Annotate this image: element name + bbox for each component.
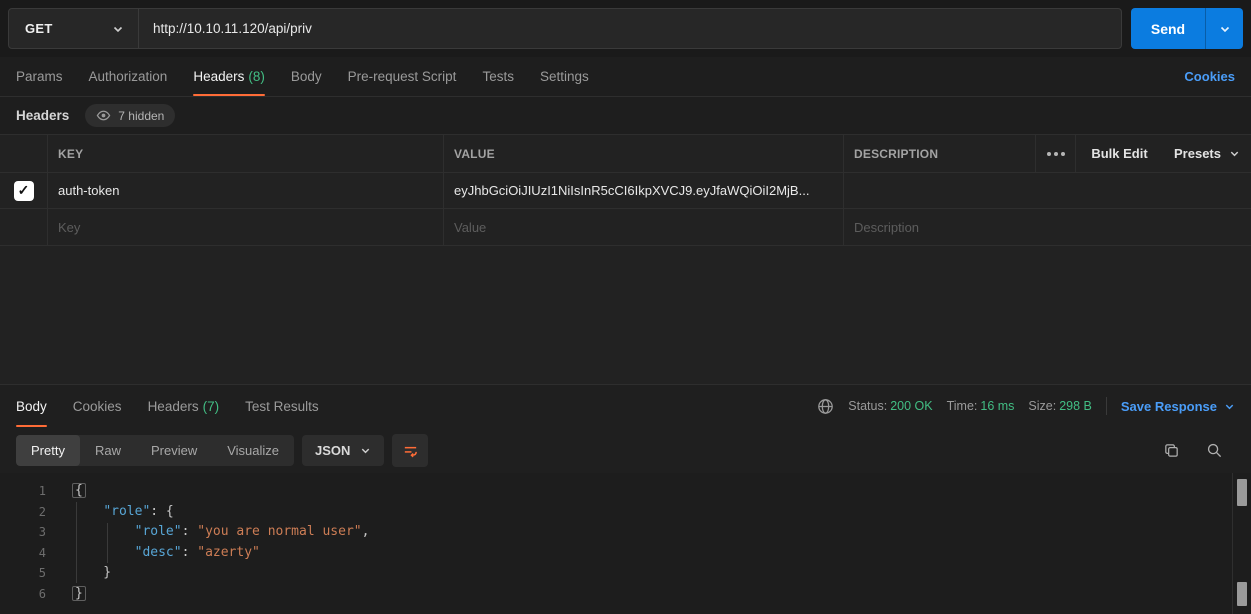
line-number: 3 bbox=[0, 522, 46, 543]
eye-icon bbox=[96, 108, 111, 123]
table-row: ✓ auth-token eyJhbGciOiJIUzI1NiIsInR5cCI… bbox=[0, 173, 1251, 209]
search-icon bbox=[1206, 442, 1223, 459]
new-description-input[interactable] bbox=[854, 220, 1241, 235]
search-button[interactable] bbox=[1206, 442, 1223, 459]
header-value-cell: eyJhbGciOiJIUzI1NiIsInR5cCI6IkpXVCJ9.eyJ… bbox=[454, 183, 809, 198]
new-key-input[interactable] bbox=[58, 220, 433, 235]
scrollbar-track[interactable] bbox=[1232, 473, 1251, 614]
view-pretty[interactable]: Pretty bbox=[16, 435, 80, 466]
column-value: VALUE bbox=[454, 147, 495, 161]
request-pane-empty-area bbox=[0, 246, 1251, 384]
format-dropdown[interactable]: JSON bbox=[302, 435, 384, 466]
tab-response-headers[interactable]: Headers (7) bbox=[148, 385, 220, 427]
view-mode-switcher: Pretty Raw Preview Visualize bbox=[16, 435, 294, 466]
indent-guide bbox=[107, 523, 108, 563]
cookies-link[interactable]: Cookies bbox=[1184, 69, 1235, 84]
column-key: KEY bbox=[58, 147, 83, 161]
bulk-edit-button[interactable]: Bulk Edit bbox=[1075, 135, 1163, 172]
code-line: 5 } bbox=[0, 563, 1251, 584]
response-toolbar: Pretty Raw Preview Visualize JSON bbox=[0, 427, 1251, 473]
size-badge: Size:298 B bbox=[1028, 399, 1091, 413]
hidden-headers-toggle[interactable]: 7 hidden bbox=[85, 104, 175, 127]
json-code: 1{2 "role": {3 "role": "you are normal u… bbox=[0, 481, 1251, 604]
view-visualize[interactable]: Visualize bbox=[212, 435, 294, 466]
chevron-down-icon bbox=[360, 445, 371, 456]
new-value-input[interactable] bbox=[454, 220, 833, 235]
url-input[interactable] bbox=[139, 9, 1121, 48]
line-number: 5 bbox=[0, 563, 46, 584]
globe-icon[interactable] bbox=[817, 398, 834, 415]
response-pane: Body Cookies Headers (7) Test Results St… bbox=[0, 384, 1251, 614]
copy-icon bbox=[1163, 442, 1180, 459]
send-options-button[interactable] bbox=[1205, 8, 1243, 49]
more-actions-button[interactable] bbox=[1035, 135, 1075, 172]
response-meta: Status:200 OK Time:16 ms Size:298 B Save… bbox=[817, 385, 1235, 427]
line-number: 2 bbox=[0, 502, 46, 523]
url-group: GET bbox=[8, 8, 1122, 49]
status-badge: Status:200 OK bbox=[848, 399, 932, 413]
send-group: Send bbox=[1131, 8, 1243, 49]
scrollbar-thumb[interactable] bbox=[1237, 479, 1247, 506]
chevron-down-icon bbox=[1219, 23, 1231, 35]
code-line: 4 "desc": "azerty" bbox=[0, 543, 1251, 564]
header-key-cell: auth-token bbox=[58, 183, 119, 198]
tab-authorization[interactable]: Authorization bbox=[89, 57, 168, 96]
table-header-row: KEY VALUE DESCRIPTION Bulk Edit Presets bbox=[0, 135, 1251, 173]
tab-response-cookies[interactable]: Cookies bbox=[73, 385, 122, 427]
table-placeholder-row bbox=[0, 209, 1251, 246]
wrap-line-button[interactable] bbox=[392, 434, 428, 467]
code-line: 2 "role": { bbox=[0, 502, 1251, 523]
method-label: GET bbox=[25, 21, 53, 36]
request-tabs: Params Authorization Headers (8) Body Pr… bbox=[0, 57, 1251, 97]
column-description: DESCRIPTION bbox=[854, 147, 938, 161]
row-checkbox[interactable]: ✓ bbox=[14, 181, 34, 201]
chevron-down-icon bbox=[112, 23, 124, 35]
code-line: 1{ bbox=[0, 481, 1251, 502]
tab-response-body[interactable]: Body bbox=[16, 385, 47, 427]
tab-settings[interactable]: Settings bbox=[540, 57, 589, 96]
tab-body[interactable]: Body bbox=[291, 57, 322, 96]
scrollbar-thumb[interactable] bbox=[1237, 582, 1247, 606]
send-button[interactable]: Send bbox=[1131, 8, 1205, 49]
line-number: 4 bbox=[0, 543, 46, 564]
save-response-button[interactable]: Save Response bbox=[1121, 399, 1235, 414]
line-number: 1 bbox=[0, 481, 46, 502]
ellipsis-icon bbox=[1047, 152, 1065, 156]
time-badge: Time:16 ms bbox=[947, 399, 1015, 413]
response-tabs: Body Cookies Headers (7) Test Results St… bbox=[0, 385, 1251, 427]
fold-guide bbox=[76, 502, 77, 583]
line-number: 6 bbox=[0, 584, 46, 605]
headers-subbar: Headers 7 hidden bbox=[0, 97, 1251, 134]
wrap-line-icon bbox=[402, 442, 419, 459]
code-line: 3 "role": "you are normal user", bbox=[0, 522, 1251, 543]
view-raw[interactable]: Raw bbox=[80, 435, 136, 466]
tab-pre-request-script[interactable]: Pre-request Script bbox=[348, 57, 457, 96]
tab-tests[interactable]: Tests bbox=[482, 57, 514, 96]
tab-test-results[interactable]: Test Results bbox=[245, 385, 319, 427]
headers-count: (8) bbox=[248, 69, 265, 84]
headers-title: Headers bbox=[16, 108, 69, 123]
request-bar: GET Send bbox=[0, 0, 1251, 57]
response-headers-count: (7) bbox=[203, 399, 220, 414]
chevron-down-icon bbox=[1229, 148, 1240, 159]
code-line: 6} bbox=[0, 584, 1251, 605]
tab-params[interactable]: Params bbox=[16, 57, 63, 96]
presets-dropdown[interactable]: Presets bbox=[1163, 135, 1251, 172]
response-body-editor[interactable]: 1{2 "role": {3 "role": "you are normal u… bbox=[0, 473, 1251, 614]
view-preview[interactable]: Preview bbox=[136, 435, 212, 466]
chevron-down-icon bbox=[1224, 401, 1235, 412]
copy-button[interactable] bbox=[1163, 442, 1180, 459]
method-select[interactable]: GET bbox=[9, 9, 139, 48]
tab-headers[interactable]: Headers (8) bbox=[193, 57, 265, 96]
headers-table: KEY VALUE DESCRIPTION Bulk Edit Presets … bbox=[0, 134, 1251, 246]
